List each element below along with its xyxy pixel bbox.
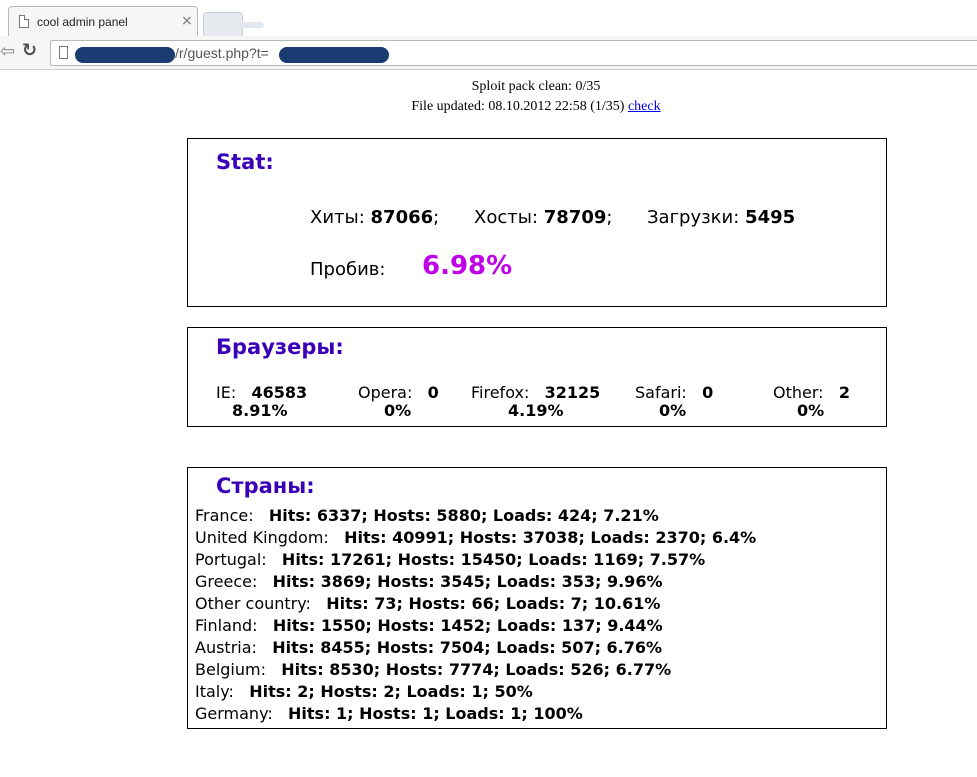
country-stats: Hits: 8530; Hosts: 7774; Loads: 526; 6.7… [281, 660, 672, 679]
browser-value: 2 [838, 383, 850, 402]
country-stats: Hits: 2; Hosts: 2; Loads: 1; 50% [249, 682, 533, 701]
blurred-tab-label [240, 22, 264, 28]
country-name: Finland: [195, 616, 258, 635]
tab-active[interactable]: cool admin panel × [8, 6, 198, 36]
tab-strip: cool admin panel × [0, 0, 977, 36]
loads-stat: Загрузки: 5495 [647, 207, 795, 228]
hits-value: 87066 [370, 207, 434, 228]
country-name: Portugal: [195, 550, 267, 569]
countries-title: Страны: [216, 474, 315, 498]
list-item: Other country: Hits: 73; Hosts: 66; Load… [195, 594, 660, 616]
browser-name: Firefox: [471, 383, 530, 402]
redacted-token [279, 47, 389, 63]
browser-label-safari: Safari: 0 [635, 383, 713, 402]
browser-value: 0 [702, 383, 714, 402]
browser-value: 46583 [251, 383, 308, 402]
browser-percent: 4.19% [508, 401, 564, 420]
list-item: Austria: Hits: 8455; Hosts: 7504; Loads:… [195, 638, 662, 660]
page-icon [59, 46, 68, 59]
browser-name: Opera: [358, 383, 413, 402]
hosts-stat: Хосты: 78709; [474, 207, 612, 228]
separator: ; [433, 207, 440, 228]
check-link[interactable]: check [628, 99, 661, 114]
url-text: /r/guest.php?t= [175, 45, 269, 61]
country-stats: Hits: 73; Hosts: 66; Loads: 7; 10.61% [326, 594, 661, 613]
country-name: France: [195, 506, 254, 525]
list-item: Germany: Hits: 1; Hosts: 1; Loads: 1; 10… [195, 704, 583, 726]
browser-toolbar: ⇦ ↻ /r/guest.php?t= [0, 36, 977, 70]
browser-label-other: Other: 2 [773, 383, 850, 402]
country-name: Italy: [195, 682, 234, 701]
sploit-status-text: Sploit pack clean: 0/35 [471, 79, 601, 94]
country-name: Other country: [195, 594, 311, 613]
country-name: Germany: [195, 704, 273, 723]
list-item: Greece: Hits: 3869; Hosts: 3545; Loads: … [195, 572, 662, 594]
list-item: France: Hits: 6337; Hosts: 5880; Loads: … [195, 506, 659, 528]
country-stats: Hits: 1550; Hosts: 1452; Loads: 137; 9.4… [272, 616, 663, 635]
browser-value: 0 [427, 383, 439, 402]
browser-name: Safari: [635, 383, 687, 402]
hosts-value: 78709 [543, 207, 607, 228]
browser-name: IE: [216, 383, 237, 402]
list-item: Finland: Hits: 1550; Hosts: 1452; Loads:… [195, 616, 663, 638]
new-tab-button[interactable] [203, 12, 243, 36]
page-icon [19, 15, 29, 28]
sploit-status: Sploit pack clean: 0/35 [0, 79, 977, 95]
browsers-panel: Браузеры: IE: 46583 8.91% Opera: 0 0% Fi… [187, 327, 887, 427]
browser-name: Other: [773, 383, 824, 402]
countries-panel: Страны: France: Hits: 6337; Hosts: 5880;… [187, 467, 887, 729]
browser-value: 32125 [544, 383, 601, 402]
browser-label-firefox: Firefox: 32125 [471, 383, 600, 402]
browser-percent: 0% [659, 401, 687, 420]
country-name: Belgium: [195, 660, 266, 679]
separator: ; [606, 207, 613, 228]
file-updated-text: File updated: 08.10.2012 22:58 (1/35) [411, 99, 625, 114]
browser-percent: 8.91% [232, 401, 288, 420]
redacted-host [75, 47, 175, 63]
browser-label-opera: Opera: 0 [358, 383, 439, 402]
probiv-label: Пробив: [310, 259, 386, 280]
browser-percent: 0% [384, 401, 412, 420]
reload-icon[interactable]: ↻ [22, 40, 37, 62]
tab-title: cool admin panel [37, 15, 128, 29]
probiv-value: 6.98% [422, 251, 513, 281]
country-stats: Hits: 6337; Hosts: 5880; Loads: 424; 7.2… [268, 506, 659, 525]
loads-value: 5495 [745, 207, 796, 228]
list-item: Italy: Hits: 2; Hosts: 2; Loads: 1; 50% [195, 682, 533, 704]
stat-panel: Stat: Хиты: 87066; Хосты: 78709; Загрузк… [187, 138, 887, 307]
country-stats: Hits: 8455; Hosts: 7504; Loads: 507; 6.7… [272, 638, 663, 657]
back-icon[interactable]: ⇦ [0, 41, 15, 63]
list-item: Belgium: Hits: 8530; Hosts: 7774; Loads:… [195, 660, 671, 682]
country-name: Austria: [195, 638, 257, 657]
country-stats: Hits: 40991; Hosts: 37038; Loads: 2370; … [344, 528, 757, 547]
close-icon[interactable]: × [181, 13, 193, 29]
country-stats: Hits: 3869; Hosts: 3545; Loads: 353; 9.9… [272, 572, 663, 591]
loads-label: Загрузки: [647, 207, 740, 228]
country-name: Greece: [195, 572, 258, 591]
list-item: Portugal: Hits: 17261; Hosts: 15450; Loa… [195, 550, 705, 572]
address-bar[interactable]: /r/guest.php?t= [50, 40, 977, 66]
browsers-title: Браузеры: [216, 335, 344, 359]
browser-percent: 0% [797, 401, 825, 420]
stat-title: Stat: [216, 150, 274, 174]
file-updated: File updated: 08.10.2012 22:58 (1/35) ch… [0, 99, 977, 115]
country-name: United Kingdom: [195, 528, 329, 547]
hits-label: Хиты: [310, 207, 365, 228]
hits-stat: Хиты: 87066; [310, 207, 439, 228]
hosts-label: Хосты: [474, 207, 539, 228]
list-item: United Kingdom: Hits: 40991; Hosts: 3703… [195, 528, 756, 550]
country-stats: Hits: 17261; Hosts: 15450; Loads: 1169; … [281, 550, 706, 569]
browser-label-ie: IE: 46583 [216, 383, 307, 402]
country-stats: Hits: 1; Hosts: 1; Loads: 1; 100% [288, 704, 583, 723]
